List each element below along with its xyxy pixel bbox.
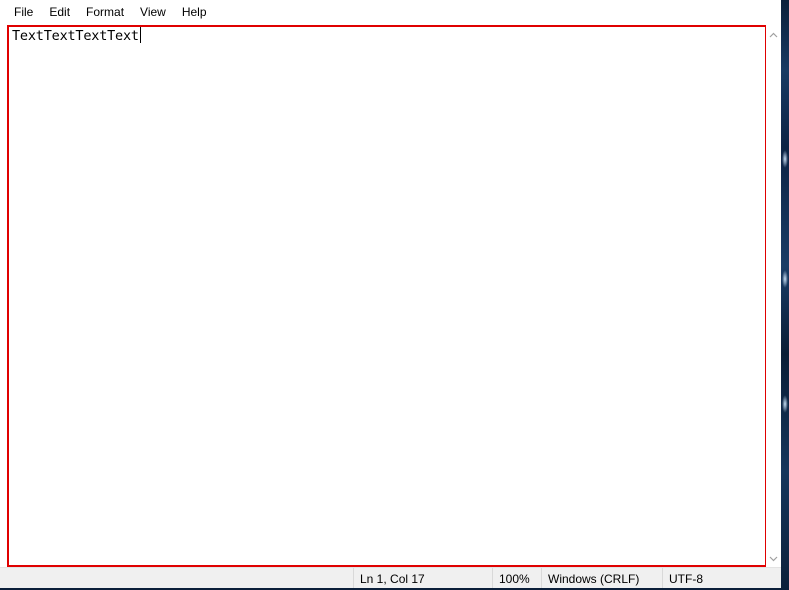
text-caret (139, 26, 141, 43)
text-editor-area[interactable]: TextTextTextText (0, 24, 766, 567)
scroll-track[interactable] (766, 43, 781, 548)
scroll-down-button[interactable] (766, 550, 781, 567)
editor-text: TextTextTextText (12, 28, 139, 44)
desktop-light-streak (782, 270, 788, 288)
menu-view[interactable]: View (132, 0, 174, 24)
status-zoom-level: 100% (492, 568, 541, 590)
editor-content-line[interactable]: TextTextTextText (12, 26, 141, 45)
chevron-down-icon (769, 556, 778, 561)
scroll-up-button[interactable] (766, 26, 781, 43)
vertical-scrollbar[interactable] (766, 24, 781, 567)
status-bar: Ln 1, Col 17 100% Windows (CRLF) UTF-8 (0, 567, 781, 590)
desktop-background (781, 0, 789, 590)
menu-bar: File Edit Format View Help (0, 0, 781, 24)
desktop-light-streak (782, 150, 788, 168)
status-encoding: UTF-8 (662, 568, 781, 590)
notepad-window: File Edit Format View Help TextTextTextT… (0, 0, 789, 590)
chevron-up-icon (769, 32, 778, 37)
menu-format[interactable]: Format (78, 0, 132, 24)
menu-edit[interactable]: Edit (41, 0, 78, 24)
menu-help[interactable]: Help (174, 0, 215, 24)
menu-file[interactable]: File (6, 0, 41, 24)
status-cursor-position: Ln 1, Col 17 (353, 568, 492, 590)
desktop-light-streak (782, 395, 788, 413)
status-line-ending: Windows (CRLF) (541, 568, 662, 590)
